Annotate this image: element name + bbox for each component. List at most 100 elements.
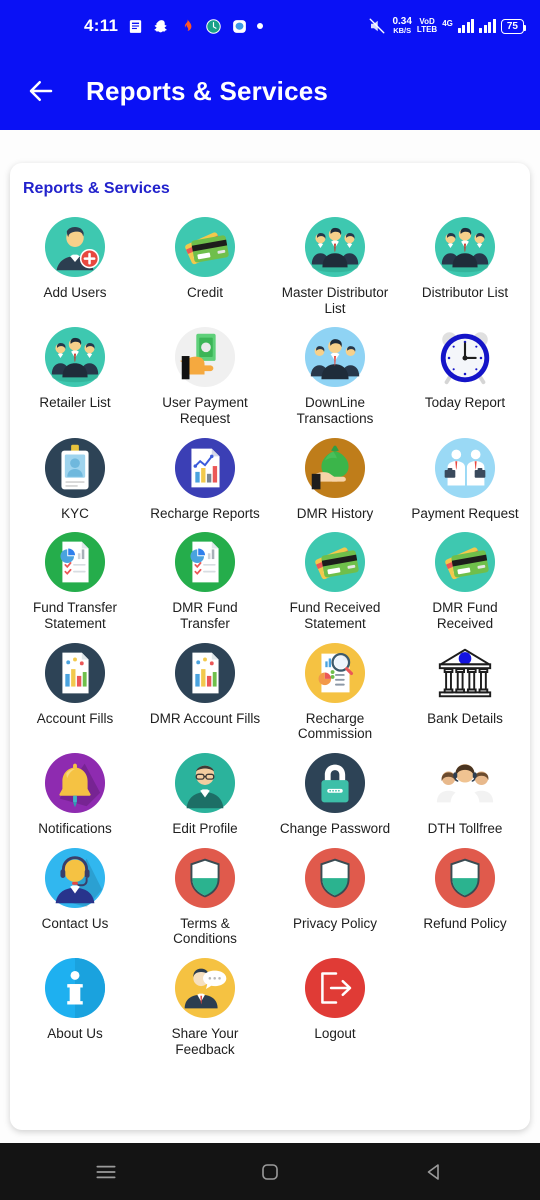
service-item-label: User Payment Request bbox=[162, 395, 248, 426]
info-icon bbox=[44, 957, 106, 1019]
credit-card-icon bbox=[304, 531, 366, 593]
service-item[interactable]: Terms & Conditions bbox=[140, 841, 270, 951]
service-item[interactable]: DownLine Transactions bbox=[270, 320, 400, 430]
net-speed-unit: KB/S bbox=[393, 26, 412, 36]
service-item-label: DMR Fund Transfer bbox=[172, 600, 238, 631]
service-item-label: KYC bbox=[61, 505, 89, 521]
service-item[interactable]: Fund Transfer Statement bbox=[10, 525, 140, 635]
bar-chart-doc-icon bbox=[174, 642, 236, 704]
snapchat-icon bbox=[154, 19, 168, 32]
system-navigation-bar bbox=[0, 1143, 540, 1200]
recents-button[interactable] bbox=[84, 1150, 128, 1194]
service-item[interactable]: Fund Received Statement bbox=[270, 525, 400, 635]
bank-icon bbox=[434, 642, 496, 704]
service-item[interactable]: Logout bbox=[270, 951, 400, 1061]
service-item-label: DTH Tollfree bbox=[427, 820, 503, 836]
people-group-icon bbox=[434, 216, 496, 278]
credit-card-icon bbox=[174, 216, 236, 278]
section-title: Reports & Services bbox=[23, 180, 170, 197]
logout-icon bbox=[304, 957, 366, 1019]
service-item-label: Change Password bbox=[279, 820, 391, 836]
phone-screen: 4:11 0.34 KB/S VoD LTEB 4G 75 Reports & … bbox=[0, 0, 540, 1200]
service-item[interactable]: Payment Request bbox=[400, 431, 530, 526]
service-item[interactable]: Refund Policy bbox=[400, 841, 530, 951]
messenger-icon bbox=[233, 19, 247, 33]
service-item-label: Terms & Conditions bbox=[173, 915, 237, 947]
hand-cash-icon bbox=[174, 326, 236, 388]
service-item[interactable]: Account Fills bbox=[10, 636, 140, 746]
bell-icon bbox=[44, 752, 106, 814]
service-item[interactable]: Privacy Policy bbox=[270, 841, 400, 951]
service-item-label: Fund Transfer Statement bbox=[32, 600, 118, 631]
service-item-label: Bank Details bbox=[427, 710, 503, 726]
service-item[interactable]: DMR Fund Transfer bbox=[140, 525, 270, 635]
service-item[interactable]: Distributor List bbox=[400, 210, 530, 320]
service-item-label: Edit Profile bbox=[172, 820, 238, 836]
network-speed: 0.34 KB/S bbox=[392, 17, 411, 35]
service-item[interactable]: Share Your Feedback bbox=[140, 951, 270, 1061]
service-item[interactable]: DTH Tollfree bbox=[400, 746, 530, 841]
home-button[interactable] bbox=[248, 1150, 292, 1194]
service-item[interactable]: About Us bbox=[10, 951, 140, 1061]
businessmen-icon bbox=[434, 437, 496, 499]
service-item[interactable]: User Payment Request bbox=[140, 320, 270, 430]
service-item[interactable]: Bank Details bbox=[400, 636, 530, 746]
news-icon bbox=[130, 19, 142, 33]
status-bar: 4:11 0.34 KB/S VoD LTEB 4G 75 bbox=[0, 0, 540, 52]
service-item[interactable]: Recharge Commission bbox=[270, 636, 400, 746]
people-blue-icon bbox=[304, 326, 366, 388]
back-nav-button[interactable] bbox=[412, 1150, 456, 1194]
services-grid: Add Users Credit Master Distributor List… bbox=[10, 210, 530, 1061]
document-check-icon bbox=[174, 531, 236, 593]
service-item[interactable]: Change Password bbox=[270, 746, 400, 841]
volte-indicator: VoD LTEB bbox=[417, 18, 437, 34]
service-item-label: DMR Account Fills bbox=[149, 710, 261, 726]
service-item[interactable]: Credit bbox=[140, 210, 270, 320]
service-item[interactable]: Edit Profile bbox=[140, 746, 270, 841]
home-square-icon bbox=[262, 1163, 278, 1180]
hand-money-bag-icon bbox=[304, 437, 366, 499]
people-group-icon bbox=[44, 326, 106, 388]
back-triangle-icon bbox=[427, 1163, 439, 1180]
service-item[interactable]: Retailer List bbox=[10, 320, 140, 430]
service-item-label: Refund Policy bbox=[423, 915, 507, 931]
service-item[interactable]: Recharge Reports bbox=[140, 431, 270, 526]
service-item[interactable]: DMR Account Fills bbox=[140, 636, 270, 746]
menu-icon bbox=[96, 1165, 116, 1178]
service-item[interactable]: Today Report bbox=[400, 320, 530, 430]
profile-edit-icon bbox=[174, 752, 236, 814]
service-item[interactable]: DMR History bbox=[270, 431, 400, 526]
reports-services-card: Reports & Services Add Users Credit Mast… bbox=[10, 163, 530, 1130]
service-item[interactable]: DMR Fund Received bbox=[400, 525, 530, 635]
mute-icon bbox=[370, 18, 385, 34]
service-item-label: Payment Request bbox=[411, 505, 519, 521]
shield-icon bbox=[434, 847, 496, 909]
credit-card-icon bbox=[434, 531, 496, 593]
service-item[interactable]: Notifications bbox=[10, 746, 140, 841]
battery-indicator: 75 bbox=[500, 18, 527, 34]
service-item[interactable]: Master Distributor List bbox=[270, 210, 400, 320]
document-check-icon bbox=[44, 531, 106, 593]
flame-icon bbox=[185, 18, 192, 31]
service-item-label: Retailer List bbox=[39, 395, 111, 411]
support-team-icon bbox=[434, 752, 496, 814]
service-item[interactable]: KYC bbox=[10, 431, 140, 526]
service-item[interactable]: Add Users bbox=[10, 210, 140, 320]
service-item-label: Recharge Reports bbox=[150, 505, 260, 521]
dot-icon bbox=[257, 23, 264, 29]
service-item-label: Add Users bbox=[43, 285, 107, 300]
network-type-label: 4G bbox=[442, 19, 453, 28]
service-item-label: DMR History bbox=[296, 505, 374, 521]
clock-badge-icon bbox=[206, 18, 222, 34]
status-bar-left: 4:11 bbox=[84, 16, 264, 36]
back-button[interactable] bbox=[18, 68, 64, 114]
arrow-left-icon bbox=[29, 81, 53, 101]
service-item[interactable]: Contact Us bbox=[10, 841, 140, 951]
service-item-label: Notifications bbox=[38, 820, 112, 836]
shield-icon bbox=[174, 847, 236, 909]
service-item-label: Today Report bbox=[424, 395, 506, 411]
lock-icon bbox=[304, 752, 366, 814]
service-item-label: Credit bbox=[186, 285, 223, 300]
alarm-clock-icon bbox=[434, 326, 496, 388]
people-group-icon bbox=[304, 216, 366, 278]
